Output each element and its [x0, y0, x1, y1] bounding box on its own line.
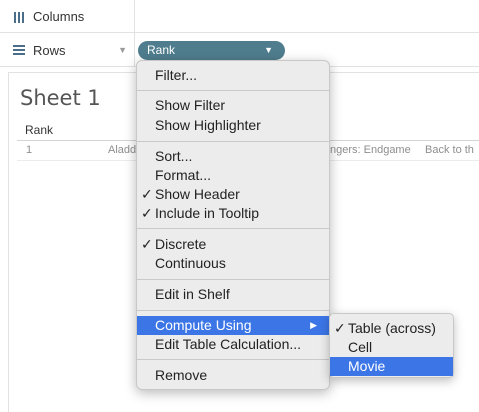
menu-separator: [137, 90, 329, 91]
menu-item-edit-in-shelf[interactable]: Edit in Shelf: [137, 285, 329, 304]
menu-item-label: Continuous: [155, 255, 226, 271]
cell-rank[interactable]: 1: [26, 144, 32, 156]
menu-item-compute-using[interactable]: Compute Using ▶: [137, 316, 329, 335]
menu-separator: [137, 359, 329, 360]
cell-movie-c[interactable]: Back to th: [425, 144, 474, 156]
menu-item-label: Show Highlighter: [155, 117, 261, 133]
menu-item-label: Sort...: [155, 148, 193, 164]
menu-item-label: Show Header: [155, 186, 240, 202]
menu-item-edit-table-calculation[interactable]: Edit Table Calculation...: [137, 335, 329, 354]
menu-item-format[interactable]: Format...: [137, 166, 329, 185]
menu-item-label: Include in Tooltip: [155, 205, 260, 221]
menu-item-label: Show Filter: [155, 97, 226, 113]
menu-item-show-filter[interactable]: Show Filter: [137, 96, 329, 115]
menu-item-remove[interactable]: Remove: [137, 366, 329, 385]
menu-item-label: Remove: [155, 367, 208, 383]
submenu-item-label: Cell: [348, 339, 373, 355]
submenu-item-movie[interactable]: Movie: [330, 357, 453, 376]
submenu-item-label: Table (across): [348, 320, 436, 336]
checkmark-icon: ✓: [141, 205, 153, 221]
menu-item-label: Format...: [155, 167, 212, 183]
menu-item-label: Compute Using: [155, 317, 252, 333]
column-header-rank[interactable]: Rank: [25, 123, 53, 137]
context-menu: Filter... Show Filter Show Highlighter S…: [136, 60, 330, 390]
menu-item-continuous[interactable]: Continuous: [137, 254, 329, 273]
menu-item-label: Discrete: [155, 236, 207, 252]
rank-pill-label: Rank: [147, 43, 176, 57]
menu-item-label: Edit Table Calculation...: [155, 336, 302, 352]
menu-item-discrete[interactable]: ✓ Discrete: [137, 235, 329, 254]
menu-item-show-header[interactable]: ✓ Show Header: [137, 185, 329, 204]
submenu-arrow-icon: ▶: [310, 320, 317, 330]
menu-item-include-in-tooltip[interactable]: ✓ Include in Tooltip: [137, 204, 329, 223]
cell-movie-b[interactable]: ngers: Endgame: [330, 144, 411, 156]
submenu-item-cell[interactable]: Cell: [330, 338, 453, 357]
submenu-item-label: Movie: [348, 358, 386, 374]
chevron-down-icon: ▼: [118, 45, 127, 55]
columns-icon: [14, 11, 24, 23]
sheet-title: Sheet 1: [20, 86, 101, 110]
menu-separator: [137, 310, 329, 311]
menu-separator: [137, 141, 329, 142]
checkmark-icon: ✓: [334, 320, 346, 336]
columns-shelf[interactable]: Columns: [0, 0, 479, 33]
rows-icon: [13, 45, 25, 55]
rows-shelf-label-area: Rows ▼: [0, 33, 135, 67]
rows-label: Rows: [33, 42, 66, 58]
rank-pill[interactable]: Rank ▼: [138, 41, 285, 60]
checkmark-icon: ✓: [141, 186, 153, 202]
menu-separator: [137, 279, 329, 280]
menu-item-filter[interactable]: Filter...: [137, 66, 329, 85]
columns-shelf-label-area: Columns: [0, 0, 135, 33]
menu-separator: [137, 228, 329, 229]
cell-movie-a[interactable]: Aladd: [108, 144, 136, 156]
submenu-item-table-across[interactable]: ✓ Table (across): [330, 319, 453, 338]
menu-item-label: Filter...: [155, 67, 198, 83]
caret-down-icon[interactable]: ▼: [264, 41, 273, 60]
checkmark-icon: ✓: [141, 236, 153, 252]
menu-item-label: Edit in Shelf: [155, 286, 230, 302]
compute-using-submenu: ✓ Table (across) Cell Movie: [329, 313, 454, 378]
menu-item-sort[interactable]: Sort...: [137, 147, 329, 166]
menu-item-show-highlighter[interactable]: Show Highlighter: [137, 116, 329, 135]
columns-label: Columns: [33, 9, 85, 24]
